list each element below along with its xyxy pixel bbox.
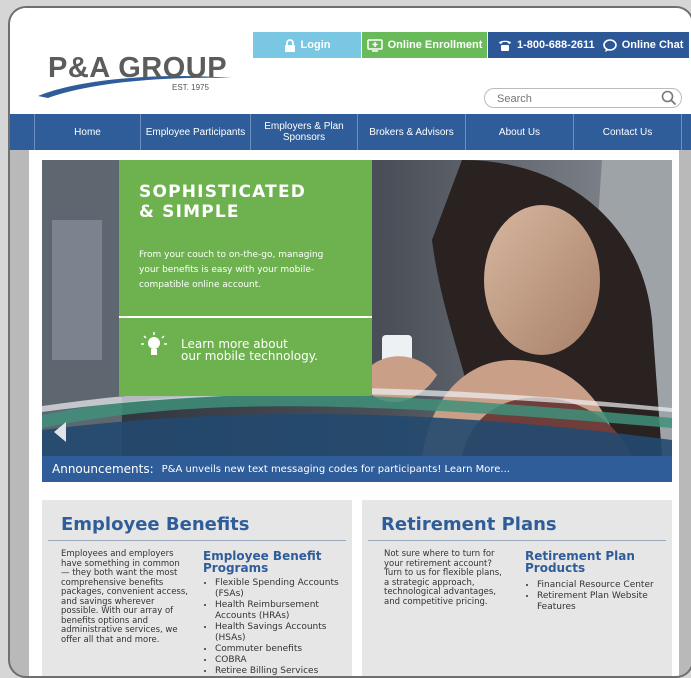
hero-title: SOPHISTICATED & SIMPLE: [139, 182, 307, 222]
logo-text: P&A GROUP: [48, 52, 228, 84]
list-item[interactable]: Financial Resource Center: [537, 580, 677, 591]
login-button[interactable]: Login: [253, 32, 361, 58]
contact-bar: 1-800-688-2611 Online Chat: [488, 32, 689, 58]
employee-benefits-panel: Employee Benefits Employees and employer…: [42, 500, 355, 676]
search-icon[interactable]: [661, 90, 677, 106]
employee-benefits-description: Employees and employers have something i…: [61, 549, 188, 645]
page-content: SOPHISTICATED & SIMPLE From your couch t…: [29, 150, 679, 676]
nav-employers-plan-sponsors[interactable]: Employers & Plan Sponsors: [251, 114, 358, 150]
retirement-plans-description: Not sure where to turn for your retireme…: [384, 549, 502, 607]
monitor-plus-icon: [366, 38, 383, 52]
hero-promo-box: SOPHISTICATED & SIMPLE From your couch t…: [119, 160, 372, 396]
announcement-label: Announcements:: [52, 462, 154, 476]
employee-benefit-programs-list: Flexible Spending Accounts (FSAs) Health…: [203, 578, 355, 676]
nav-employee-participants[interactable]: Employee Participants: [141, 114, 251, 150]
browser-frame: P&A GROUP EST. 1975 Login Online Enrollm…: [8, 6, 691, 678]
carousel-prev-arrow-icon[interactable]: [54, 422, 66, 442]
hero-divider: [119, 316, 372, 318]
hero-body: From your couch to on-the-go, managing y…: [139, 250, 324, 290]
search-input[interactable]: [495, 91, 659, 107]
hero-banner: SOPHISTICATED & SIMPLE From your couch t…: [42, 160, 672, 456]
main-nav: Home Employee Participants Employers & P…: [10, 114, 691, 150]
list-item[interactable]: Flexible Spending Accounts (FSAs): [215, 578, 355, 600]
list-item[interactable]: COBRA: [215, 655, 355, 666]
search-box: [484, 88, 682, 108]
list-item[interactable]: Health Savings Accounts (HSAs): [215, 622, 355, 644]
online-enrollment-button[interactable]: Online Enrollment: [362, 32, 487, 58]
site-header: P&A GROUP EST. 1975 Login Online Enrollm…: [10, 8, 691, 114]
announcement-bar: Announcements: P&A unveils new text mess…: [42, 456, 672, 482]
list-item[interactable]: Health Reimbursement Accounts (HRAs): [215, 600, 355, 622]
login-label: Login: [300, 39, 331, 51]
nav-contact-us[interactable]: Contact Us: [574, 114, 682, 150]
retirement-plans-panel: Retirement Plans Not sure where to turn …: [362, 500, 672, 676]
nav-home[interactable]: Home: [35, 114, 141, 150]
retirement-plans-title[interactable]: Retirement Plans: [381, 514, 557, 535]
list-item[interactable]: Commuter benefits: [215, 644, 355, 655]
panel-divider: [368, 540, 666, 541]
nav-brokers-advisors[interactable]: Brokers & Advisors: [358, 114, 466, 150]
panel-divider: [48, 540, 346, 541]
lock-icon: [284, 38, 295, 52]
announcement-link[interactable]: P&A unveils new text messaging codes for…: [162, 464, 510, 475]
list-item[interactable]: Retirement Plan Website Features: [537, 591, 677, 613]
retirement-plan-products-list: Financial Resource Center Retirement Pla…: [525, 580, 677, 613]
phone-number[interactable]: 1-800-688-2611: [517, 39, 595, 51]
employee-benefit-programs-heading[interactable]: Employee Benefit Programs: [203, 550, 322, 574]
lightbulb-icon: [141, 332, 167, 355]
learn-more-link[interactable]: Learn more about our mobile technology.: [181, 338, 351, 362]
list-item[interactable]: Retiree Billing Services: [215, 666, 355, 676]
retirement-plan-products-heading[interactable]: Retirement Plan Products: [525, 550, 635, 574]
nav-spacer: [10, 114, 35, 150]
company-logo[interactable]: P&A GROUP EST. 1975: [36, 48, 236, 100]
online-chat-link[interactable]: Online Chat: [622, 39, 684, 51]
employee-benefits-title[interactable]: Employee Benefits: [61, 514, 250, 535]
phone-icon: [499, 40, 511, 51]
enrollment-label: Online Enrollment: [387, 39, 483, 51]
logo-est: EST. 1975: [172, 83, 209, 92]
chat-bubble-icon: [602, 38, 617, 52]
nav-about-us[interactable]: About Us: [466, 114, 574, 150]
